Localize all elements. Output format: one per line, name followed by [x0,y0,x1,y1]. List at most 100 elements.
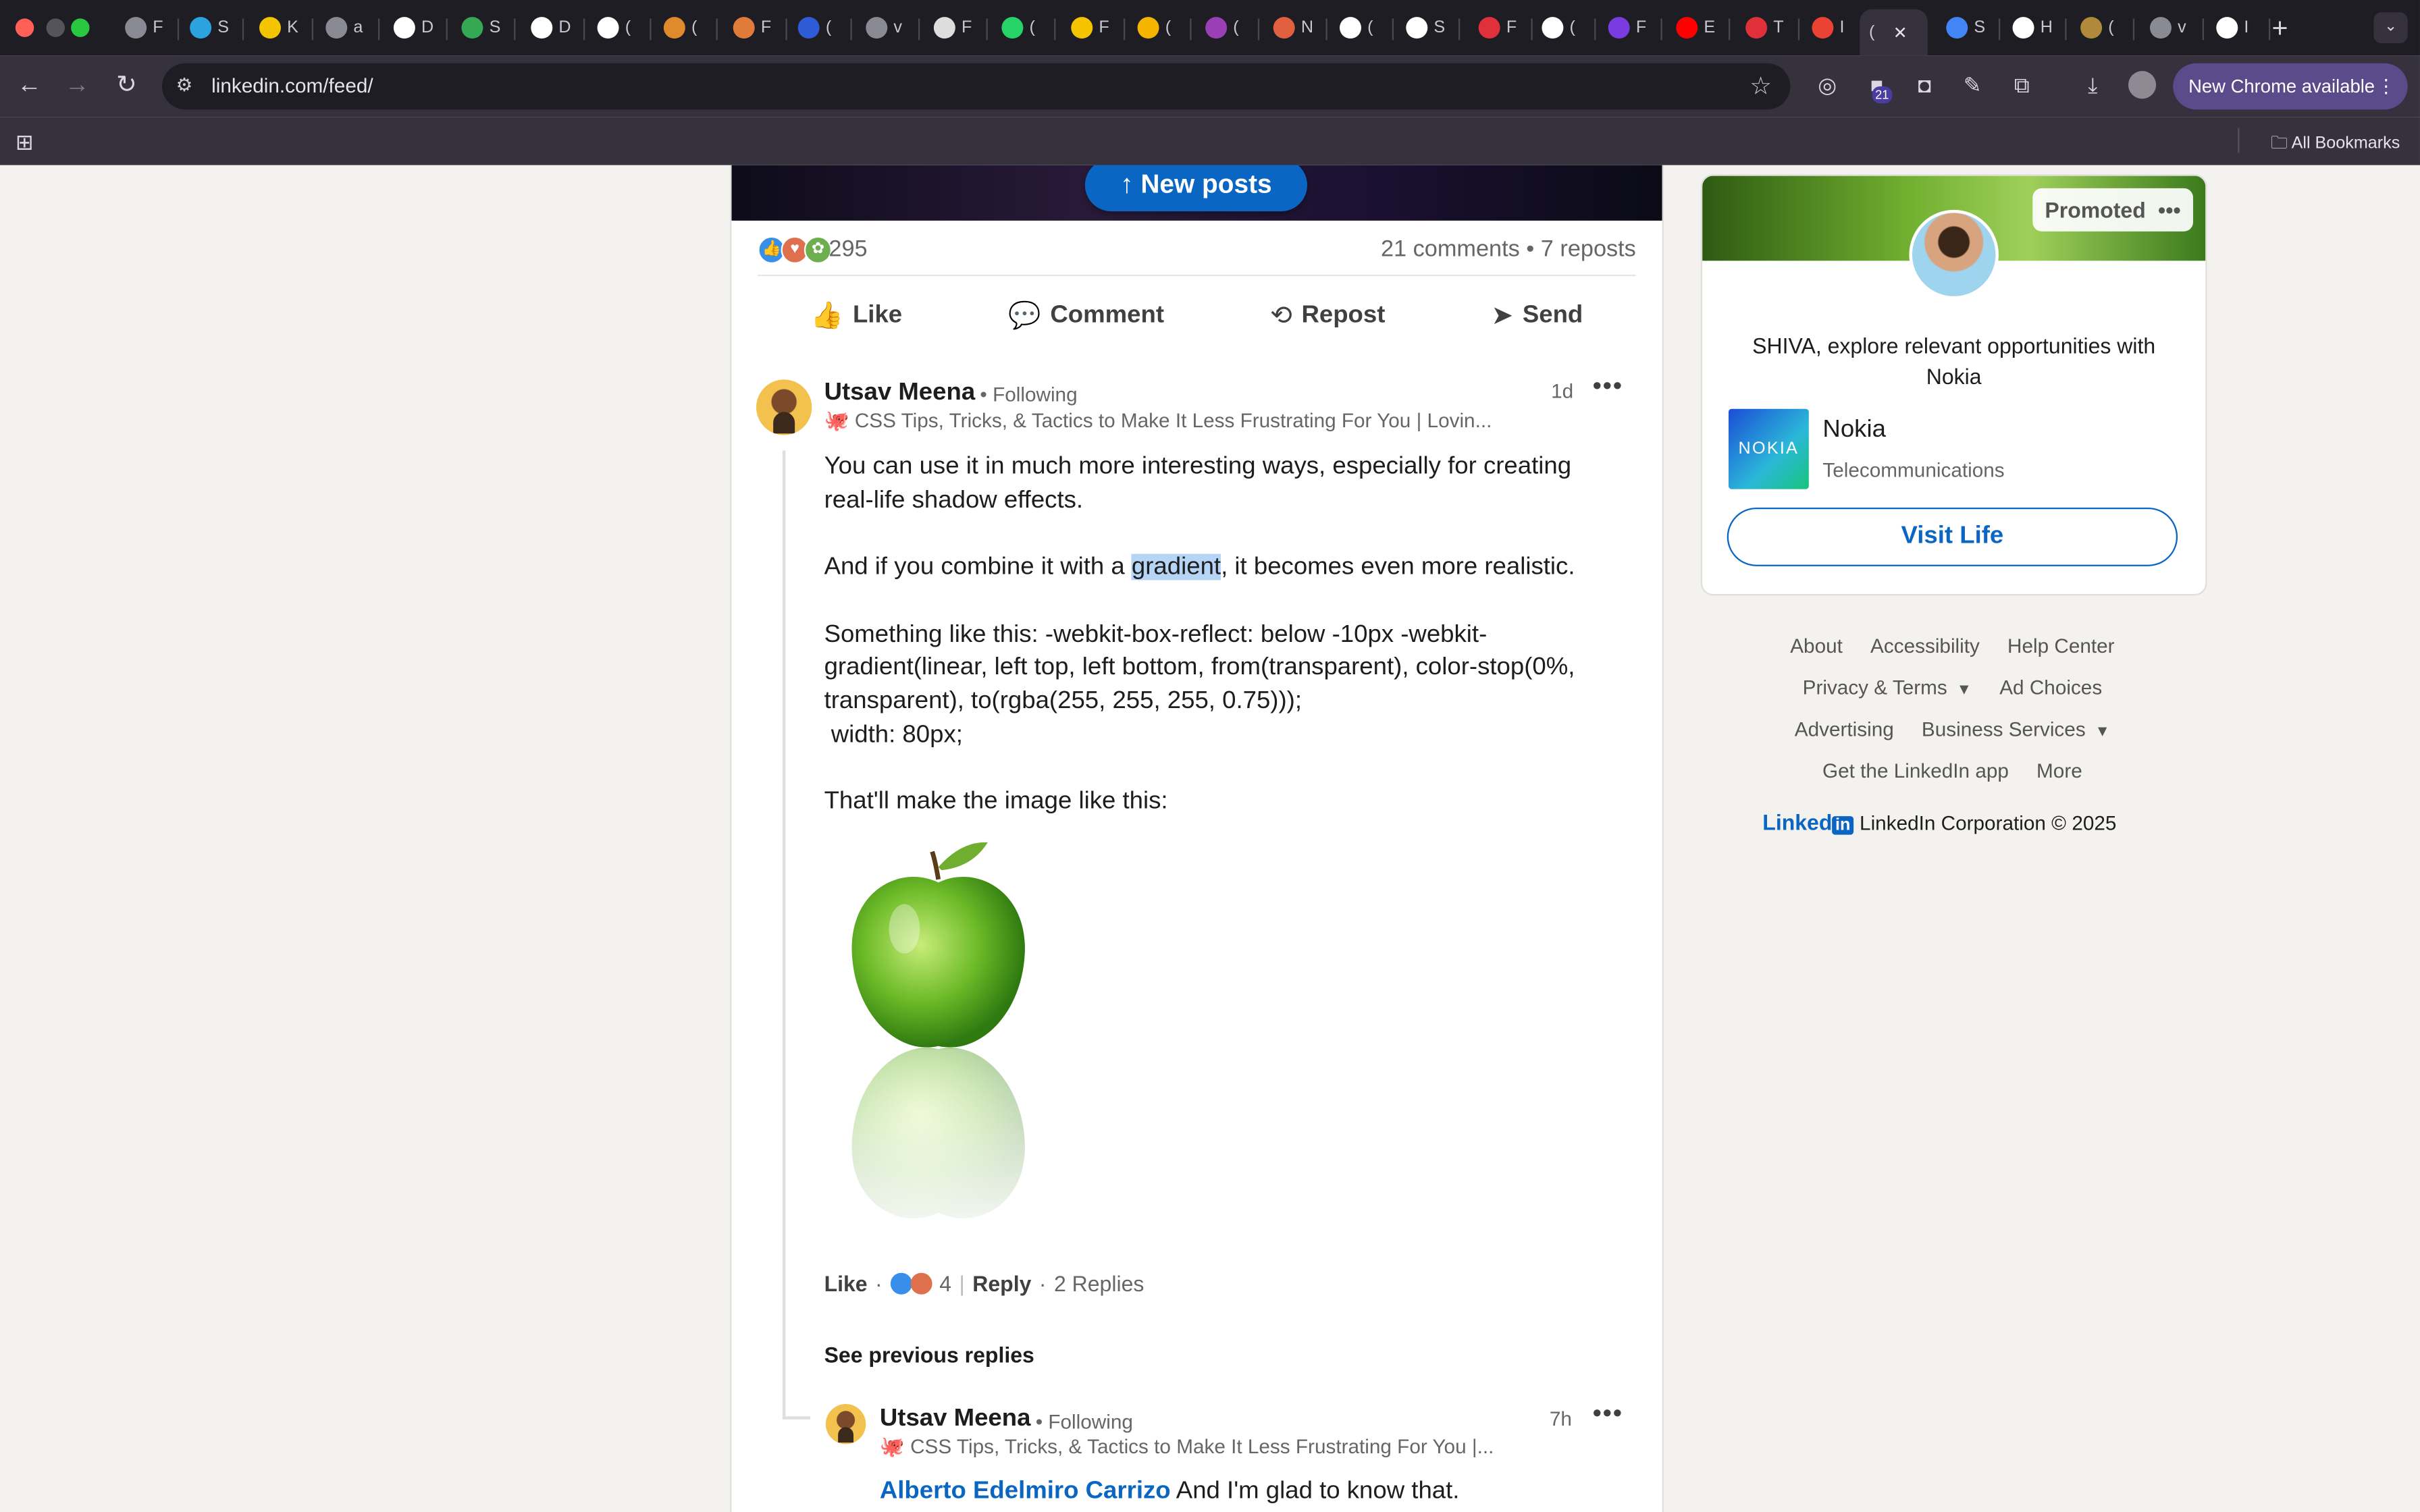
footer-accessibility-link[interactable]: Accessibility [1870,634,1980,657]
browser-tab[interactable]: D [522,12,581,43]
reaction-icons[interactable]: 👍 ♥ ✿ [758,236,832,264]
close-tab-icon[interactable]: ✕ [1893,22,1908,42]
comments-reposts-count[interactable]: 21 comments • 7 reposts [1381,236,1636,263]
browser-tab[interactable]: F [1599,12,1658,43]
browser-tab[interactable]: S [180,12,239,43]
footer-help-link[interactable]: Help Center [2007,634,2115,657]
visit-life-button[interactable]: Visit Life [1727,507,2178,566]
extensions-puzzle-icon[interactable]: ⧉ [2008,71,2036,99]
promoted-label: Promoted [2045,197,2146,223]
browser-tab[interactable]: I [1803,12,1862,43]
see-previous-replies-button[interactable]: See previous replies [824,1343,1034,1368]
site-info-icon[interactable]: ⚙ [176,74,198,96]
browser-tab[interactable]: a [317,12,375,43]
apple-reflection-image[interactable] [845,833,1031,1250]
send-button[interactable]: ➤ Send [1492,293,1583,340]
minimize-window-button[interactable] [46,18,65,37]
comment-reaction-count[interactable]: 4 [939,1271,951,1296]
reload-button[interactable]: ↻ [111,71,142,102]
comment-button[interactable]: 💬 Comment [1008,293,1164,340]
new-tab-button[interactable]: + [2272,12,2288,45]
company-logo[interactable]: NOKIA [1728,408,1809,489]
comment-more-icon[interactable]: ••• [1593,373,1623,401]
browser-tab[interactable]: F [115,12,174,43]
eyedropper-icon[interactable]: ✎ [1959,71,1987,99]
browser-tab[interactable]: D [384,12,443,43]
forward-button[interactable]: → [61,71,93,102]
footer-business-dropdown[interactable]: Business Services ▼ [1922,718,2110,740]
footer-advertising-link[interactable]: Advertising [1795,718,1894,740]
close-window-button[interactable] [15,18,34,37]
globe-icon [2149,17,2172,39]
browser-tab[interactable]: ( [1196,12,1255,43]
browser-tab[interactable]: ( [588,12,647,43]
repost-button[interactable]: ⟲ Repost [1270,293,1385,340]
all-bookmarks-button[interactable]: 🗀 All Bookmarks [2271,130,2400,159]
reaction-count[interactable]: 295 [828,236,867,263]
browser-tab[interactable]: ( [993,12,1051,43]
browser-tab[interactable]: H [2003,12,2062,43]
download-icon[interactable]: ⤓ [2079,71,2107,99]
kebab-menu-icon[interactable]: ⋮ [2377,63,2395,110]
chrome-icon [1137,17,1159,39]
mention-link[interactable]: Alberto Edelmiro Carrizo [880,1478,1171,1505]
browser-tab[interactable]: v [857,12,916,43]
browser-tab[interactable]: S [452,12,511,43]
ad-more-icon[interactable]: ••• [2158,188,2181,232]
browser-tab[interactable]: S [1937,12,1996,43]
commenter-avatar[interactable] [756,379,812,435]
browser-tab[interactable]: S [1397,12,1456,43]
caret-down-icon: ▼ [1956,682,1972,699]
bookmark-star-icon[interactable]: ☆ [1750,71,1772,102]
profile-avatar[interactable] [2128,71,2157,99]
new-posts-button[interactable]: ↑ New posts [1084,165,1307,212]
comment-reply-button[interactable]: Reply [972,1271,1031,1296]
browser-tab[interactable]: ( [2071,12,2130,43]
back-button[interactable]: ← [14,71,45,102]
reply-avatar[interactable] [825,1403,866,1444]
browser-tab[interactable]: T [1736,12,1795,43]
footer-app-link[interactable]: Get the LinkedIn app [1822,759,2009,782]
commenter-name[interactable]: Utsav Meena [824,379,976,407]
browser-tab[interactable]: ( [789,12,847,43]
tab-separator [2268,18,2271,40]
tab-search-button[interactable]: ⌄ [2373,12,2408,43]
browser-tab[interactable]: F [724,12,783,43]
b-icon [1608,17,1630,39]
extension-badge-icon[interactable]: ■ 21 [1863,71,1893,104]
apps-grid-icon[interactable]: ⊞ [16,130,34,156]
browser-tab[interactable]: ( [654,12,713,43]
chrome-update-button[interactable]: New Chrome available ⋮ [2173,63,2408,110]
bookmarks-divider [2238,128,2240,153]
browser-tab[interactable]: E [1667,12,1726,43]
browser-tab[interactable]: I [2207,12,2266,43]
reply-author-name[interactable]: Utsav Meena [880,1405,1031,1433]
browser-tab[interactable]: N [1264,12,1323,43]
footer-more-link[interactable]: More [2036,759,2082,782]
comment-like-button[interactable]: Like [824,1271,868,1296]
tab-label: ( [625,18,631,37]
browser-tab[interactable]: F [1062,12,1121,43]
extension-circle-icon[interactable]: ◎ [1814,71,1841,99]
browser-tab[interactable]: ( [1533,12,1592,43]
comment-replies-link[interactable]: 2 Replies [1054,1271,1144,1296]
tab-linkedin-active[interactable]: ( ✕ [1860,9,1928,56]
like-button[interactable]: 👍 Like [811,293,902,340]
reply-more-icon[interactable]: ••• [1593,1401,1623,1428]
browser-tab[interactable]: F [924,12,983,43]
footer-privacy-dropdown[interactable]: Privacy & Terms ▼ [1803,676,1972,699]
browser-tab[interactable]: K [250,12,309,43]
address-bar[interactable]: ⚙ linkedin.com/feed/ ☆ [161,63,1791,110]
browser-tab[interactable]: F [1469,12,1528,43]
browser-tab[interactable]: ( [1330,12,1389,43]
company-name[interactable]: Nokia [1822,416,1885,444]
new-posts-label: New posts [1140,169,1272,199]
footer-about-link[interactable]: About [1790,634,1843,657]
camera-icon[interactable]: ◘ [1911,71,1939,99]
footer-adchoices-link[interactable]: Ad Choices [1999,676,2102,699]
browser-tab[interactable]: v [2140,12,2199,43]
maximize-window-button[interactable] [71,18,90,37]
comment-paragraph: Something like this: -webkit-box-reflect… [824,621,1575,715]
tab-strip: F S Ka D S D ((F (v F (F ((N (S F (F E T I S H (v I ( ✕ + ⌄ [0,0,2420,56]
browser-tab[interactable]: ( [1128,12,1187,43]
